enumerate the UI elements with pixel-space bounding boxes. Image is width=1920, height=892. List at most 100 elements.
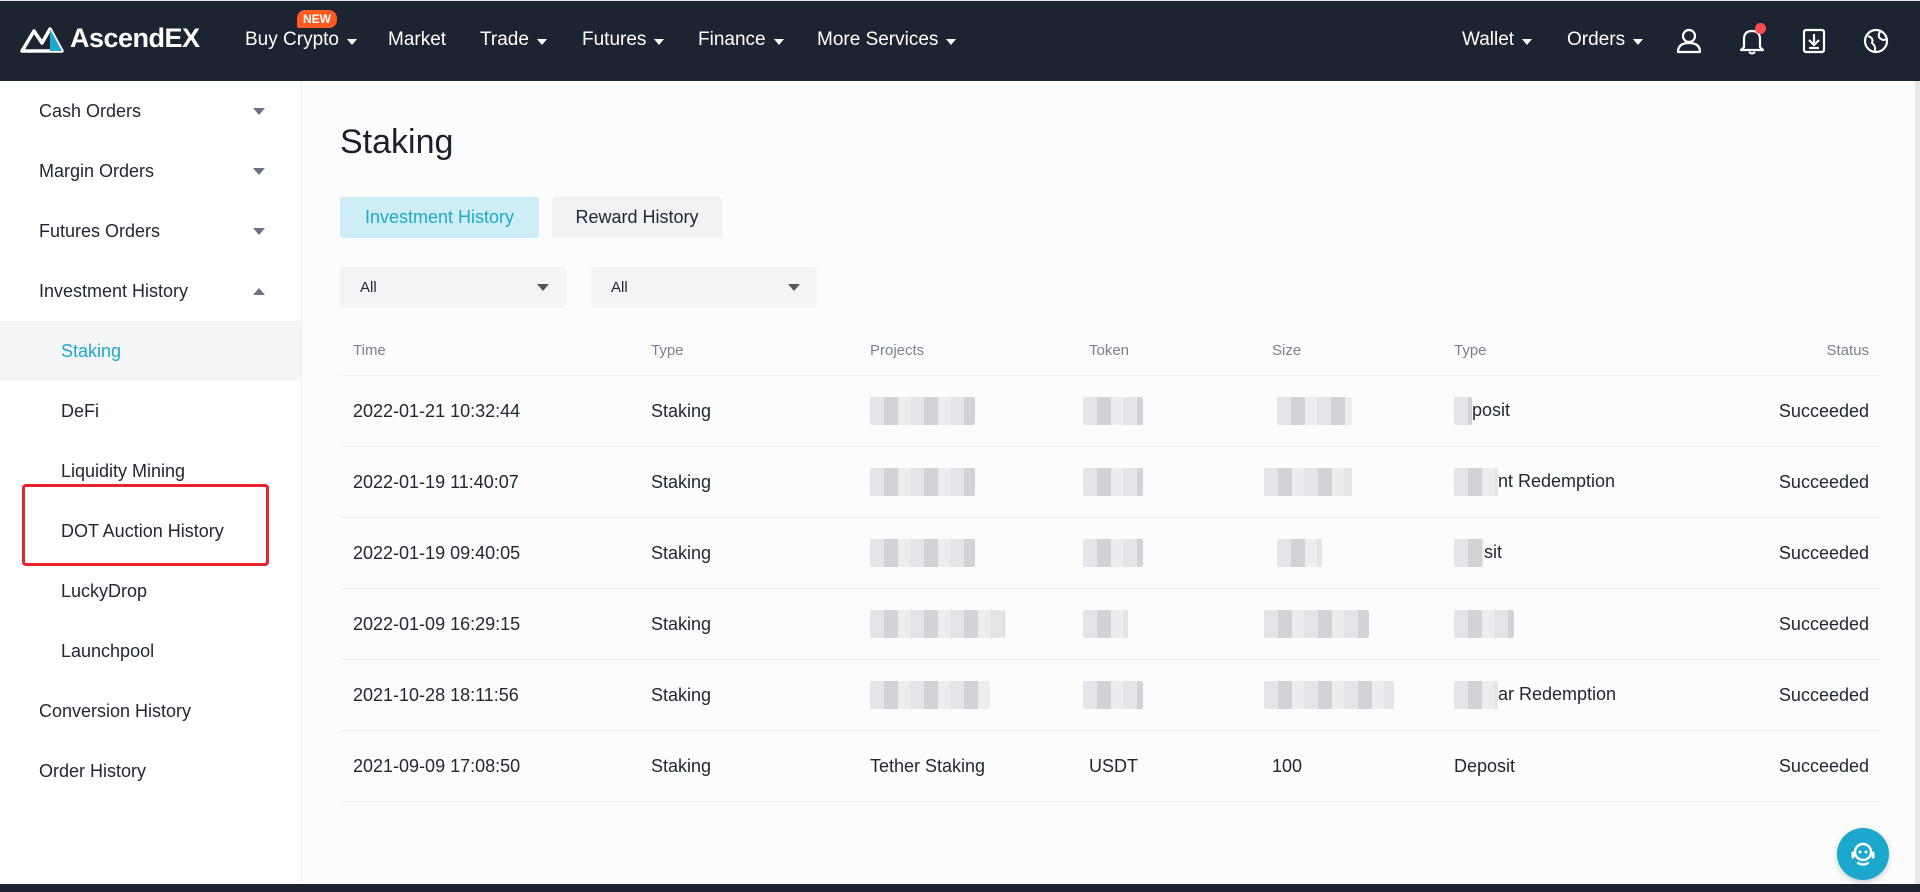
support-icon — [1851, 842, 1875, 866]
sidebar-subitem-luckydrop[interactable]: LuckyDrop — [0, 561, 301, 621]
header-type: Type — [651, 342, 684, 359]
chevron-down-icon — [654, 38, 665, 45]
ascendex-logo[interactable]: AscendEX — [20, 23, 200, 54]
cell-type-2: nt Redemption — [1454, 468, 1615, 496]
cell-time: 2022-01-19 09:40:05 — [353, 542, 521, 563]
caret-down-icon — [253, 227, 265, 235]
tab-investment-history[interactable]: Investment History — [340, 197, 539, 238]
globe-icon[interactable] — [1861, 26, 1891, 56]
cell-type: Staking — [651, 755, 712, 776]
caret-down-icon — [253, 167, 265, 175]
nav-finance-label: Finance — [698, 29, 766, 50]
ascendex-logo-icon — [20, 26, 64, 53]
cell-project-redacted — [870, 681, 990, 709]
table-row: 2022-01-19 11:40:07 Staking nt Redemptio… — [340, 447, 1881, 518]
sidebar-item-label: Futures Orders — [39, 220, 161, 241]
nav-buy-crypto[interactable]: Buy Crypto — [245, 29, 357, 51]
sidebar-item-cash-orders[interactable]: Cash Orders — [0, 81, 301, 141]
main-content: Staking Investment History Reward Histor… — [303, 81, 1915, 892]
sidebar-item-order-history[interactable]: Order History — [0, 741, 301, 801]
select-value: All — [611, 279, 628, 296]
cell-type-2-text: nt Redemption — [1498, 470, 1616, 491]
logo-text: AscendEX — [70, 23, 200, 53]
caret-down-icon — [788, 284, 800, 291]
investment-history-table: Time Type Projects Token Size Type Statu… — [340, 326, 1881, 802]
table-row: 2021-09-09 17:08:50 Staking Tether Staki… — [340, 731, 1881, 802]
cell-type: Staking — [651, 613, 712, 634]
sidebar-item-label: Margin Orders — [39, 160, 155, 181]
nav-trade-label: Trade — [480, 29, 529, 50]
cell-size-redacted — [1277, 539, 1322, 567]
sidebar-subitem-liquidity-mining[interactable]: Liquidity Mining — [0, 441, 301, 501]
nav-finance[interactable]: Finance — [698, 29, 784, 51]
cell-token-redacted — [1083, 468, 1143, 496]
cell-type-2-text: ar Redemption — [1498, 683, 1617, 704]
nav-more-services-label: More Services — [817, 29, 939, 50]
nav-trade[interactable]: Trade — [480, 29, 547, 51]
table-row: 2022-01-21 10:32:44 Staking posit Succee… — [340, 376, 1881, 447]
cell-type-2: posit — [1454, 397, 1510, 425]
top-navigation-bar: AscendEX NEW Buy Crypto Market Trade Fut… — [0, 0, 1920, 81]
download-icon[interactable] — [1799, 26, 1829, 56]
cell-size-redacted — [1264, 681, 1394, 709]
nav-more-services[interactable]: More Services — [817, 29, 957, 51]
sidebar-subitem-label: Liquidity Mining — [61, 460, 186, 481]
nav-orders-label: Orders — [1567, 29, 1626, 50]
sidebar-subitem-label: DeFi — [61, 400, 100, 421]
cell-token: USDT — [1089, 755, 1138, 776]
cell-type-2: ar Redemption — [1454, 681, 1616, 709]
nav-market-label: Market — [388, 29, 447, 50]
cell-type: Staking — [651, 400, 712, 421]
cell-type: Staking — [651, 471, 712, 492]
cell-status: Succeeded — [1778, 684, 1869, 705]
nav-futures[interactable]: Futures — [582, 29, 665, 51]
bell-icon[interactable] — [1737, 23, 1767, 56]
caret-up-icon — [253, 287, 265, 295]
sidebar-subitem-launchpool[interactable]: Launchpool — [0, 621, 301, 681]
cell-type-2 — [1454, 610, 1514, 638]
nav-wallet[interactable]: Wallet — [1462, 29, 1533, 51]
cell-type: Staking — [651, 542, 712, 563]
cell-type: Staking — [651, 684, 712, 705]
support-chat-button[interactable] — [1837, 828, 1889, 880]
cell-time: 2022-01-19 11:40:07 — [353, 471, 519, 492]
chevron-down-icon — [536, 38, 547, 45]
filter-select-project[interactable]: All — [340, 267, 566, 308]
sidebar-item-label: Conversion History — [39, 700, 192, 721]
cell-status: Succeeded — [1778, 400, 1869, 421]
table-row: 2021-10-28 18:11:56 Staking ar Redemptio… — [340, 660, 1881, 731]
page-scrollbar[interactable] — [1915, 81, 1920, 892]
sidebar: Cash Orders Margin Orders Futures Orders… — [0, 81, 302, 892]
select-value: All — [360, 279, 377, 296]
cell-status: Succeeded — [1778, 755, 1869, 776]
user-icon[interactable] — [1674, 26, 1704, 56]
cell-time: 2021-09-09 17:08:50 — [353, 755, 521, 776]
notification-dot — [1755, 23, 1766, 34]
cell-token-redacted — [1083, 681, 1143, 709]
tab-reward-history[interactable]: Reward History — [552, 197, 722, 238]
header-projects: Projects — [870, 342, 925, 359]
cell-project-redacted — [870, 468, 975, 496]
table-header-row: Time Type Projects Token Size Type Statu… — [340, 326, 1881, 376]
sidebar-item-investment-history[interactable]: Investment History — [0, 261, 301, 321]
sidebar-subitem-label: DOT Auction History — [61, 520, 224, 541]
header-type-2: Type — [1454, 342, 1487, 359]
sidebar-subitem-dot-auction-history[interactable]: DOT Auction History — [0, 501, 301, 561]
sidebar-subitem-defi[interactable]: DeFi — [0, 381, 301, 441]
sidebar-item-label: Order History — [39, 760, 147, 781]
nav-orders[interactable]: Orders — [1567, 29, 1644, 51]
filter-select-type[interactable]: All — [591, 267, 817, 308]
sidebar-item-conversion-history[interactable]: Conversion History — [0, 681, 301, 741]
sidebar-item-futures-orders[interactable]: Futures Orders — [0, 201, 301, 261]
sidebar-item-label: Investment History — [39, 280, 189, 301]
cell-size-redacted — [1277, 397, 1352, 425]
sidebar-subitem-label: Launchpool — [61, 640, 155, 661]
table-row: 2022-01-09 16:29:15 Staking Succeeded — [340, 589, 1881, 660]
nav-futures-label: Futures — [582, 29, 647, 50]
sidebar-item-margin-orders[interactable]: Margin Orders — [0, 141, 301, 201]
sidebar-subitem-label: LuckyDrop — [61, 580, 148, 601]
cell-project-redacted — [870, 397, 975, 425]
sidebar-subitem-staking[interactable]: Staking — [0, 321, 301, 381]
nav-market[interactable]: Market — [388, 29, 446, 51]
cell-time: 2022-01-21 10:32:44 — [353, 400, 521, 421]
